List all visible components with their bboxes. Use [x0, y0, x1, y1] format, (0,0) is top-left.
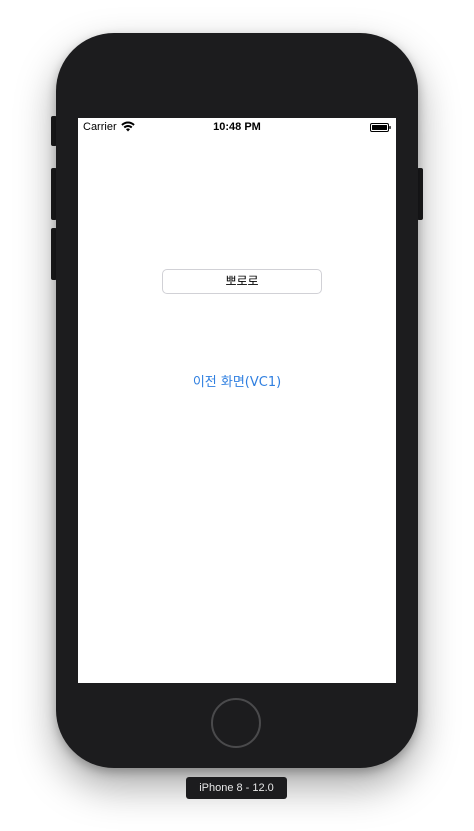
status-time: 10:48 PM — [213, 121, 261, 133]
home-button[interactable] — [211, 698, 261, 748]
name-text-field[interactable]: 뽀로로 — [162, 269, 322, 294]
device-screen: Carrier 10:48 PM 뽀로로 이전 화면(VC1) — [78, 118, 396, 683]
simulator-stage: Carrier 10:48 PM 뽀로로 이전 화면(VC1) iPhone 8… — [0, 0, 474, 831]
battery-icon — [370, 123, 391, 132]
back-to-vc1-button[interactable]: 이전 화면(VC1) — [78, 371, 396, 390]
device-model-label: iPhone 8 - 12.0 — [186, 777, 287, 799]
status-bar: Carrier 10:48 PM — [78, 118, 396, 136]
